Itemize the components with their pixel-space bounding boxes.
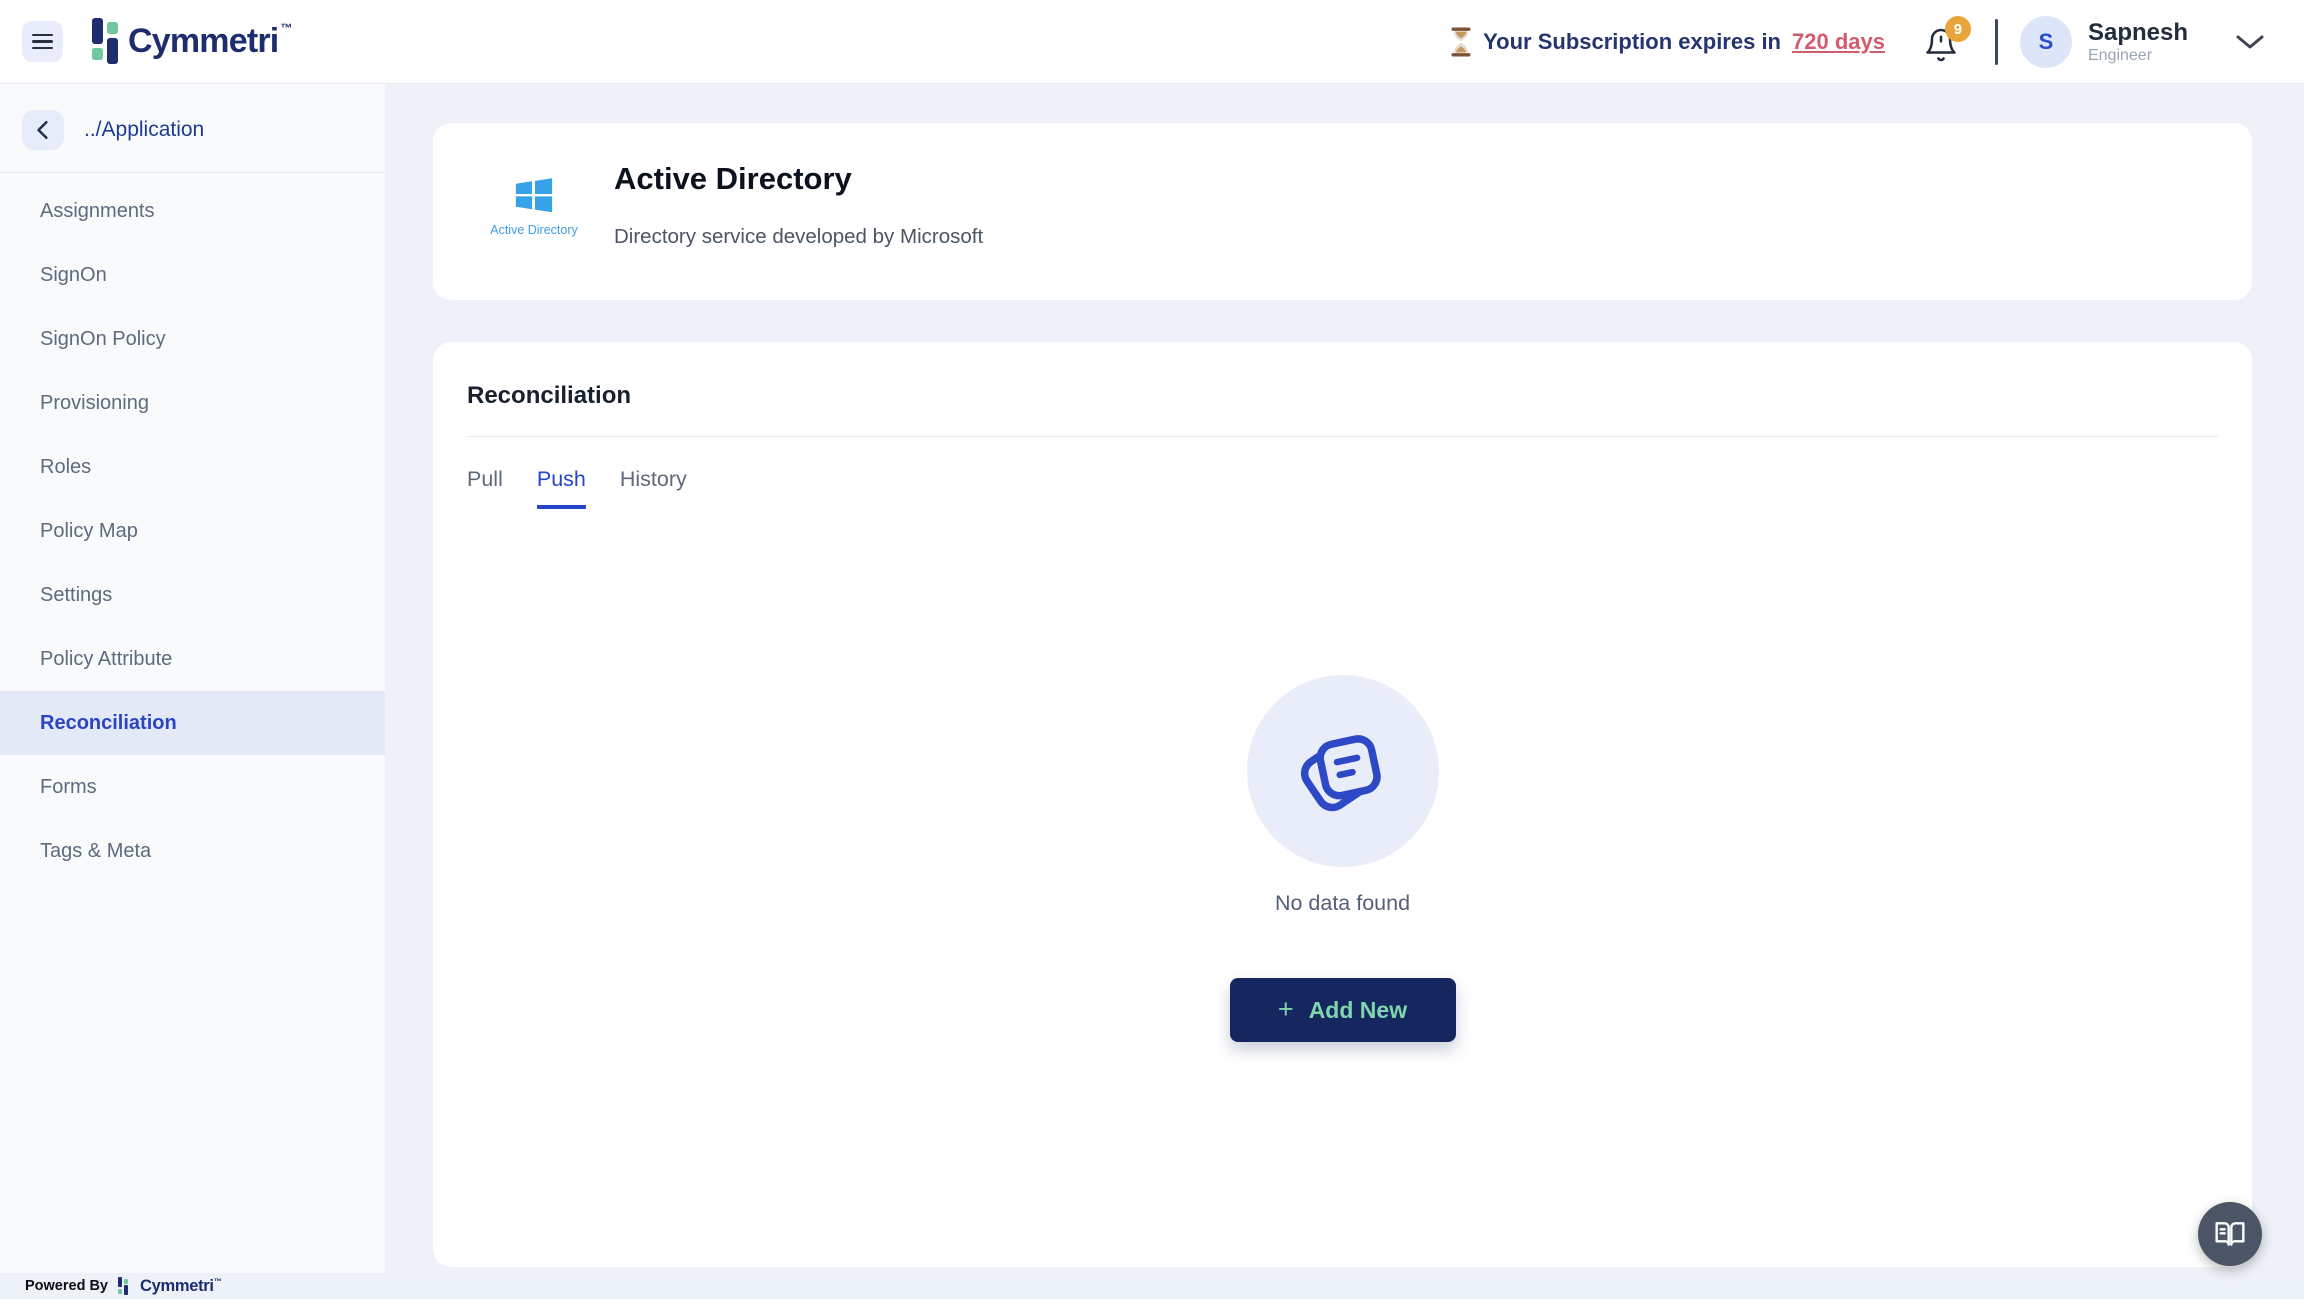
sidebar-item[interactable]: Tags & Meta — [0, 819, 385, 883]
brand-name: Cymmetri — [128, 17, 278, 65]
user-role: Engineer — [2088, 47, 2188, 65]
chevron-left-icon — [35, 120, 51, 140]
hamburger-icon — [32, 34, 53, 37]
documents-icon — [1287, 715, 1399, 827]
sidebar-item[interactable]: Assignments — [0, 179, 385, 243]
page-subtitle: Directory service developed by Microsoft — [614, 225, 983, 249]
sidebar-item[interactable]: Provisioning — [0, 371, 385, 435]
footer-brand-trademark: ™ — [214, 1277, 222, 1286]
avatar[interactable]: S — [2020, 16, 2072, 68]
application-header-card: Active Directory Active Directory Direct… — [433, 123, 2252, 300]
sidebar-item[interactable]: Settings — [0, 563, 385, 627]
sidebar-item[interactable]: Policy Attribute — [0, 627, 385, 691]
tab[interactable]: Push — [537, 467, 586, 509]
sidebar-item[interactable]: Policy Map — [0, 499, 385, 563]
tab[interactable]: History — [620, 467, 687, 509]
powered-by-label: Powered By — [25, 1278, 108, 1294]
subscription-days-link[interactable]: 720 days — [1792, 29, 1885, 55]
add-new-button-label: Add New — [1309, 997, 1407, 1024]
notifications-button[interactable]: 9 — [1923, 20, 1963, 64]
back-button[interactable] — [22, 110, 64, 150]
sidebar-header: ../Application — [0, 84, 385, 150]
section-title: Reconciliation — [467, 382, 2218, 410]
empty-state: No data found — [1247, 675, 1439, 916]
header-divider — [1995, 19, 1998, 65]
breadcrumb[interactable]: ../Application — [84, 118, 204, 142]
tab[interactable]: Pull — [467, 467, 503, 509]
empty-state-icon-circle — [1247, 675, 1439, 867]
hamburger-menu-button[interactable] — [22, 21, 63, 62]
sidebar: ../Application AssignmentsSignOnSignOn P… — [0, 84, 385, 1273]
page-title: Active Directory — [614, 161, 852, 197]
sidebar-item[interactable]: SignOn — [0, 243, 385, 307]
user-info[interactable]: Sapnesh Engineer — [2088, 19, 2188, 65]
main-content: Active Directory Active Directory Direct… — [385, 84, 2304, 1273]
brand-logo-icon — [92, 17, 120, 65]
notification-count-badge: 9 — [1945, 16, 1971, 42]
sidebar-item[interactable]: Forms — [0, 755, 385, 819]
open-book-icon — [2214, 1218, 2246, 1250]
user-name: Sapnesh — [2088, 19, 2188, 47]
sidebar-item[interactable]: Roles — [0, 435, 385, 499]
footer: Powered By Cymmetri™ — [0, 1273, 2304, 1299]
hourglass-icon — [1450, 27, 1472, 57]
footer-brand-name: Cymmetri™ — [140, 1277, 221, 1296]
help-docs-fab[interactable] — [2198, 1202, 2262, 1266]
empty-state-message: No data found — [1247, 891, 1439, 916]
avatar-initial: S — [2039, 29, 2054, 55]
user-menu-chevron[interactable] — [2236, 35, 2264, 50]
application-logo: Active Directory — [486, 175, 582, 237]
subscription-notice: Your Subscription expires in 720 days — [1450, 27, 1885, 57]
sidebar-nav: AssignmentsSignOnSignOn PolicyProvisioni… — [0, 173, 385, 883]
footer-brand-icon — [118, 1277, 130, 1295]
chevron-down-icon — [2236, 35, 2264, 50]
subscription-text: Your Subscription expires in — [1483, 29, 1781, 55]
application-logo-caption: Active Directory — [486, 223, 582, 237]
tab-bar: Pull Push History — [467, 467, 2252, 509]
brand-logo: Cymmetri ™ — [92, 17, 292, 65]
top-header: Cymmetri ™ Your Subscription expires in … — [0, 0, 2304, 84]
section-divider — [467, 436, 2218, 437]
plus-icon: + — [1278, 996, 1294, 1023]
sidebar-item[interactable]: Reconciliation — [0, 691, 385, 755]
add-new-button[interactable]: + Add New — [1230, 978, 1456, 1042]
sidebar-item[interactable]: SignOn Policy — [0, 307, 385, 371]
reconciliation-card: Reconciliation PullPushHistory No data — [433, 342, 2252, 1267]
windows-icon — [513, 175, 555, 215]
brand-trademark: ™ — [280, 21, 292, 35]
